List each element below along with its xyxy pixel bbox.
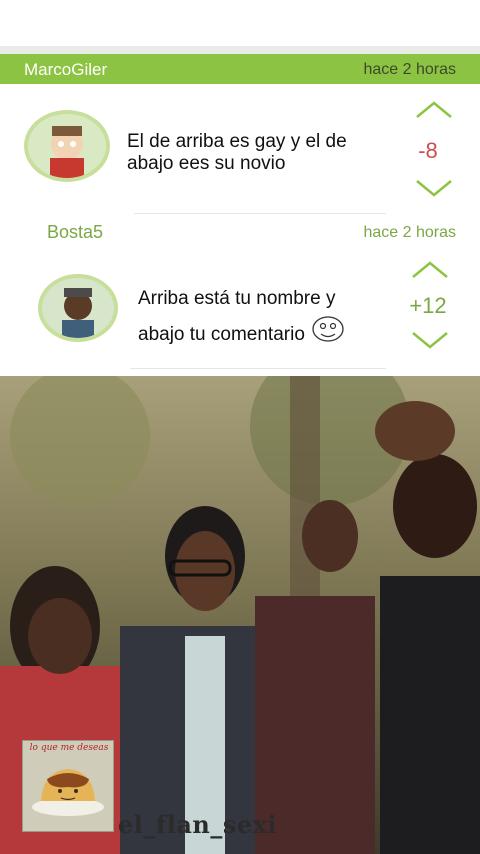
- down-arrow-icon: [412, 332, 448, 349]
- comment-2-username[interactable]: Bosta5: [47, 222, 103, 243]
- troll-face-icon: [311, 315, 345, 354]
- comment-divider: [130, 368, 386, 369]
- comment-1-header: MarcoGiler hace 2 horas: [0, 54, 480, 84]
- comment-2-upvote-button[interactable]: [410, 260, 450, 280]
- top-blank-area: [0, 0, 480, 46]
- top-separator: [0, 46, 480, 54]
- watermark-flan-image: lo que me deseas: [22, 740, 114, 832]
- comment-1-score: -8: [418, 138, 438, 163]
- comment-divider: [134, 213, 386, 214]
- comment-1-timestamp: hace 2 horas: [363, 61, 456, 78]
- comment-2-score: +12: [409, 293, 447, 318]
- comment-1-upvote-button[interactable]: [414, 100, 454, 120]
- comment-1-text-line1: El de arriba es gay y el de: [127, 131, 347, 152]
- comment-2-downvote-button[interactable]: [410, 330, 450, 350]
- watermark-name: el_flan_sexi: [118, 810, 278, 839]
- comment-2-text-line2-wrap: abajo tu comentario: [138, 315, 345, 354]
- comment-2-text: Arriba está tu nombre y abajo tu comenta…: [138, 283, 345, 354]
- comment-1-downvote-button[interactable]: [414, 178, 454, 198]
- comment-1-text-line2: abajo ees su novio: [127, 153, 286, 174]
- comment-2-text-line2: abajo tu comentario: [138, 323, 305, 345]
- comment-2-text-line1: Arriba está tu nombre y: [138, 288, 336, 309]
- comment-2-timestamp: hace 2 horas: [363, 224, 456, 241]
- comment-1-text: El de arriba es gay y el de abajo ees su…: [127, 131, 347, 175]
- comment-1-avatar[interactable]: [24, 110, 110, 182]
- up-arrow-icon: [412, 261, 448, 278]
- comment-1-username[interactable]: MarcoGiler: [24, 60, 107, 80]
- up-arrow-icon: [416, 101, 452, 118]
- down-arrow-icon: [416, 180, 452, 197]
- comment-2-avatar[interactable]: [38, 274, 118, 342]
